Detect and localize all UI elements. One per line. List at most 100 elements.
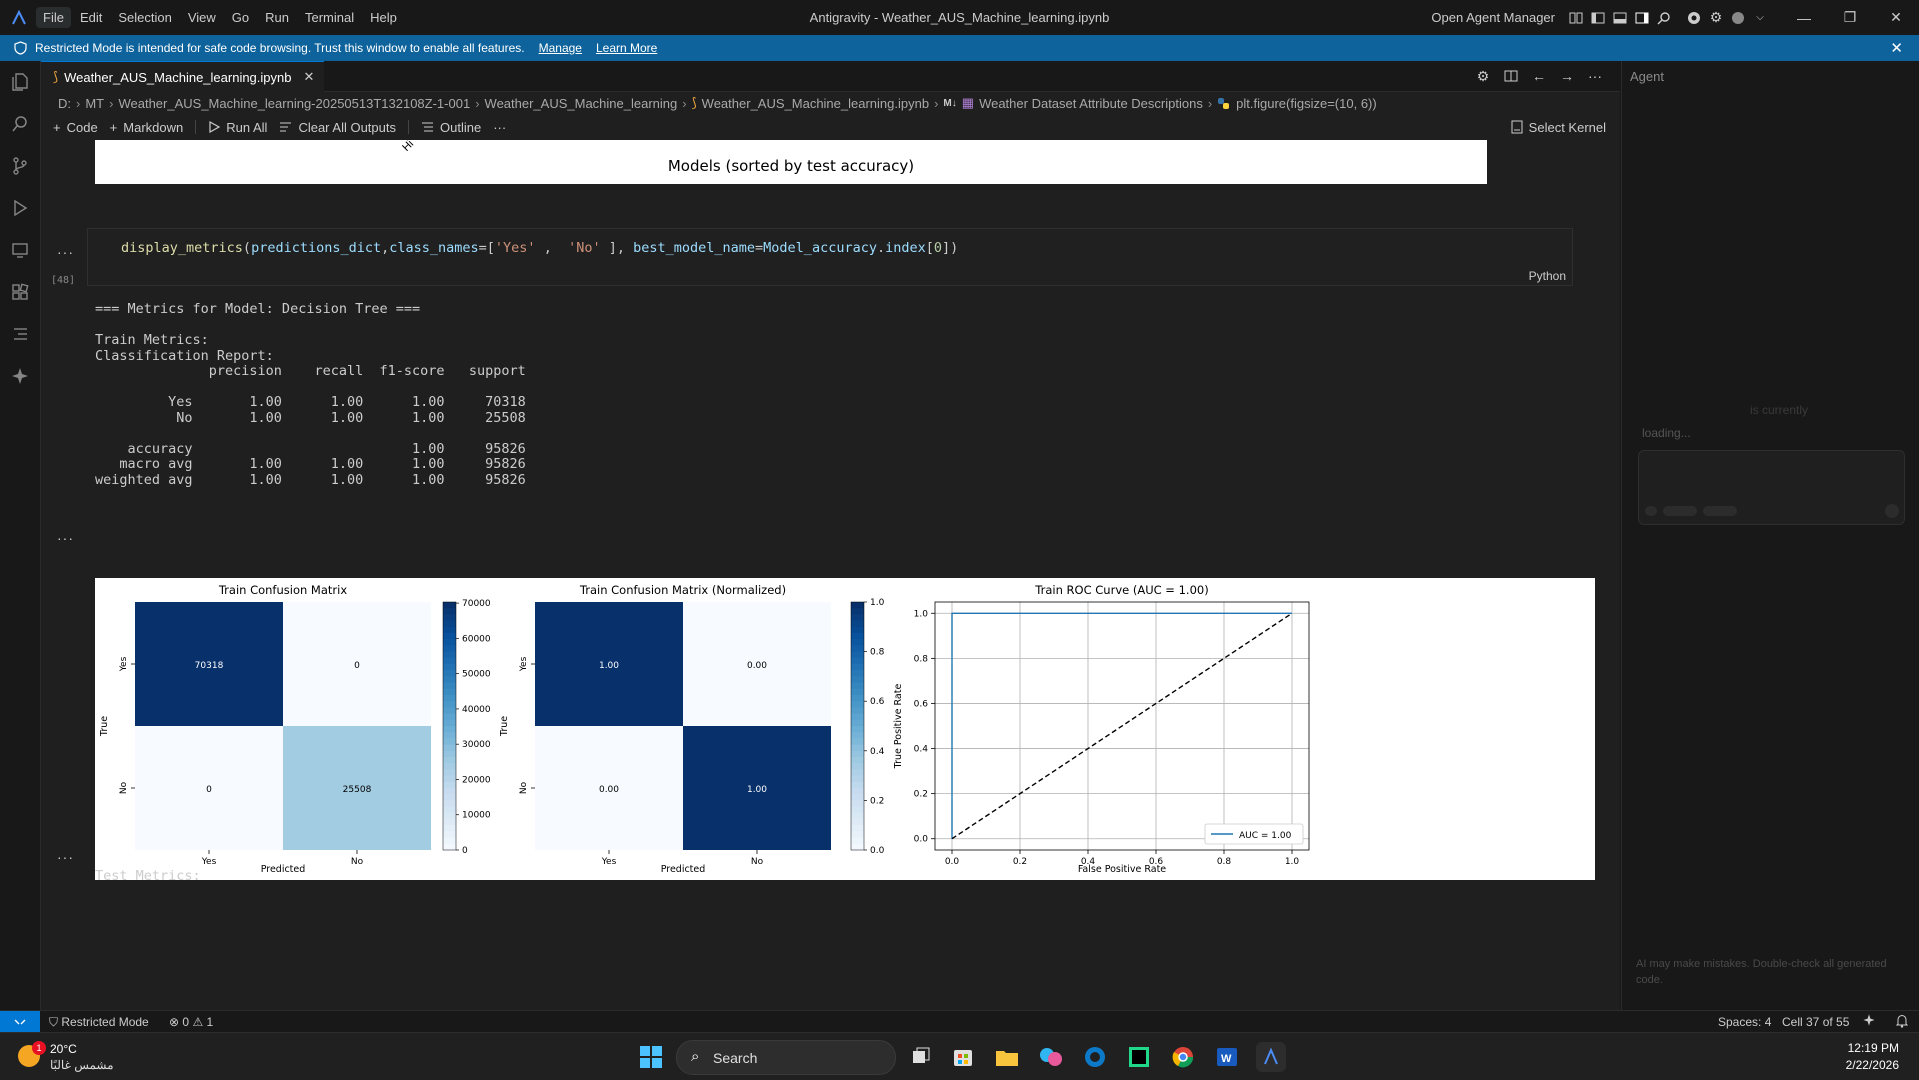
- x-axis-label: False Positive Rate: [1078, 864, 1166, 875]
- select-kernel-button[interactable]: Select Kernel: [1511, 120, 1606, 135]
- settings-gear-icon[interactable]: ⚙: [1705, 7, 1727, 29]
- search-view-icon[interactable]: [0, 103, 40, 145]
- indentation-status[interactable]: Spaces: 4: [1718, 1015, 1771, 1029]
- colorbar-tick-label: 0: [462, 846, 468, 856]
- agent-sparkle-icon[interactable]: [0, 355, 40, 397]
- learn-more-link[interactable]: Learn More: [596, 41, 657, 55]
- breadcrumb-mt[interactable]: MT: [85, 96, 104, 111]
- code-token: (: [242, 240, 252, 256]
- antigravity-app-icon[interactable]: [1256, 1042, 1286, 1072]
- split-editor-icon[interactable]: [1500, 65, 1522, 87]
- outline-button[interactable]: Outline: [421, 120, 481, 135]
- add-code-cell-button[interactable]: + Code: [53, 120, 98, 135]
- open-agent-manager-button[interactable]: Open Agent Manager: [1431, 10, 1555, 25]
- taskbar-search[interactable]: ⌕ Search: [676, 1040, 896, 1075]
- notebook-file-icon: ⟆: [53, 69, 59, 84]
- agent-model-chip[interactable]: [1703, 506, 1737, 516]
- menu-run[interactable]: Run: [258, 7, 296, 28]
- source-control-icon[interactable]: [0, 145, 40, 187]
- clear-all-outputs-button[interactable]: Clear All Outputs: [279, 120, 396, 135]
- remote-indicator-icon[interactable]: [0, 1011, 40, 1033]
- menu-selection[interactable]: Selection: [111, 7, 178, 28]
- breadcrumb-folder[interactable]: Weather_AUS_Machine_learning-20250513T13…: [118, 96, 470, 111]
- menu-help[interactable]: Help: [363, 7, 404, 28]
- x-tick-label: 0.0: [945, 857, 960, 867]
- task-view-icon[interactable]: [906, 1042, 936, 1072]
- clock-time: 12:19 PM: [1847, 1041, 1899, 1055]
- colorbar-segment: [851, 775, 864, 783]
- microsoft-store-icon[interactable]: [948, 1042, 978, 1072]
- run-debug-icon[interactable]: [0, 187, 40, 229]
- breadcrumb-file[interactable]: Weather_AUS_Machine_learning.ipynb: [702, 96, 929, 111]
- browser-icon[interactable]: [1683, 7, 1705, 29]
- breadcrumb: D: › MT › Weather_AUS_Machine_learning-202…: [58, 95, 1377, 111]
- remote-explorer-icon[interactable]: [0, 229, 40, 271]
- code-cell[interactable]: display_metrics(predictions_dict, class_n…: [87, 228, 1573, 286]
- breadcrumb-code-cell[interactable]: plt.figure(figsize=(10, 6)): [1236, 96, 1377, 111]
- menu-file[interactable]: File: [36, 7, 71, 28]
- account-avatar-icon[interactable]: [1727, 7, 1749, 29]
- testing-icon[interactable]: [0, 313, 40, 355]
- notifications-bell-icon[interactable]: [1895, 1014, 1909, 1031]
- agent-sparkle-icon[interactable]: [1862, 1013, 1876, 1030]
- windows-start-icon[interactable]: [636, 1042, 666, 1072]
- more-actions-icon[interactable]: ···: [1584, 65, 1606, 87]
- arrow-right-icon[interactable]: →: [1556, 65, 1578, 87]
- editor-area: ⟆ Weather_AUS_Machine_learning.ipynb ✕ ⚙…: [41, 61, 1620, 1010]
- output-more-icon[interactable]: ···: [57, 530, 74, 546]
- colorbar-tick-label: 10000: [462, 811, 491, 821]
- toggle-primary-sidebar-icon[interactable]: [1587, 7, 1609, 29]
- agent-send-icon[interactable]: [1885, 504, 1899, 518]
- weather-temperature: 20°C: [50, 1042, 77, 1056]
- restore-button[interactable]: ❐: [1827, 0, 1873, 35]
- output-more-icon[interactable]: ···: [57, 244, 74, 260]
- toggle-secondary-sidebar-icon[interactable]: [1631, 7, 1653, 29]
- menu-edit[interactable]: Edit: [73, 7, 109, 28]
- colorbar-segment: [443, 639, 456, 646]
- cell-position-status[interactable]: Cell 37 of 55: [1782, 1015, 1849, 1029]
- minimize-button[interactable]: —: [1781, 0, 1827, 35]
- file-explorer-icon[interactable]: [992, 1042, 1022, 1072]
- notebook-settings-icon[interactable]: ⚙: [1472, 65, 1494, 87]
- agent-mode-chip[interactable]: [1663, 506, 1697, 516]
- chevron-down-icon[interactable]: ⌵: [1749, 7, 1771, 29]
- search-icon[interactable]: [1653, 7, 1675, 29]
- cell-language-label[interactable]: Python: [1529, 269, 1566, 283]
- restricted-mode-status[interactable]: ⛉ Restricted Mode: [49, 1015, 149, 1030]
- close-banner-icon[interactable]: ✕: [1890, 39, 1903, 57]
- toolbar-more-button[interactable]: ···: [493, 120, 506, 135]
- output-more-icon[interactable]: ···: [57, 849, 74, 865]
- pycharm-icon[interactable]: [1124, 1042, 1154, 1072]
- close-window-button[interactable]: ✕: [1873, 0, 1919, 35]
- breadcrumb-section[interactable]: Weather Dataset Attribute Descriptions: [979, 96, 1203, 111]
- menu-go[interactable]: Go: [225, 7, 256, 28]
- breadcrumb-subfolder[interactable]: Weather_AUS_Machine_learning: [485, 96, 678, 111]
- tab-notebook[interactable]: ⟆ Weather_AUS_Machine_learning.ipynb ✕: [41, 61, 325, 92]
- toggle-panel-icon[interactable]: [1609, 7, 1631, 29]
- manage-link[interactable]: Manage: [539, 41, 582, 55]
- menu-terminal[interactable]: Terminal: [298, 7, 361, 28]
- add-markdown-cell-button[interactable]: + Markdown: [110, 120, 184, 135]
- run-all-button[interactable]: Run All: [208, 120, 267, 135]
- layout-customize-icon[interactable]: [1565, 7, 1587, 29]
- word-icon[interactable]: W: [1212, 1042, 1242, 1072]
- problems-status[interactable]: ⊗ 0 ⚠ 1: [169, 1015, 213, 1029]
- explorer-icon[interactable]: [0, 61, 40, 103]
- agent-input-box[interactable]: [1638, 450, 1905, 525]
- agent-attach-icon[interactable]: [1645, 506, 1657, 516]
- extensions-icon[interactable]: [0, 271, 40, 313]
- chrome-icon[interactable]: [1168, 1042, 1198, 1072]
- colorbar-segment: [851, 843, 864, 851]
- arrow-left-icon[interactable]: ←: [1528, 65, 1550, 87]
- menu-view[interactable]: View: [181, 7, 223, 28]
- breadcrumb-drive[interactable]: D:: [58, 96, 71, 111]
- edge-browser-icon[interactable]: [1080, 1042, 1110, 1072]
- system-clock[interactable]: 12:19 PM 2/22/2026: [1846, 1040, 1899, 1074]
- execution-count: [48]: [51, 275, 76, 286]
- code-token: Model_accuracy: [763, 240, 877, 256]
- copilot-icon[interactable]: [1036, 1042, 1066, 1072]
- code-editor-line[interactable]: display_metrics(predictions_dict, class_n…: [121, 240, 958, 256]
- y-axis-label: True Positive Rate: [893, 684, 904, 770]
- close-tab-icon[interactable]: ✕: [303, 69, 314, 85]
- colorbar-segment: [851, 831, 864, 839]
